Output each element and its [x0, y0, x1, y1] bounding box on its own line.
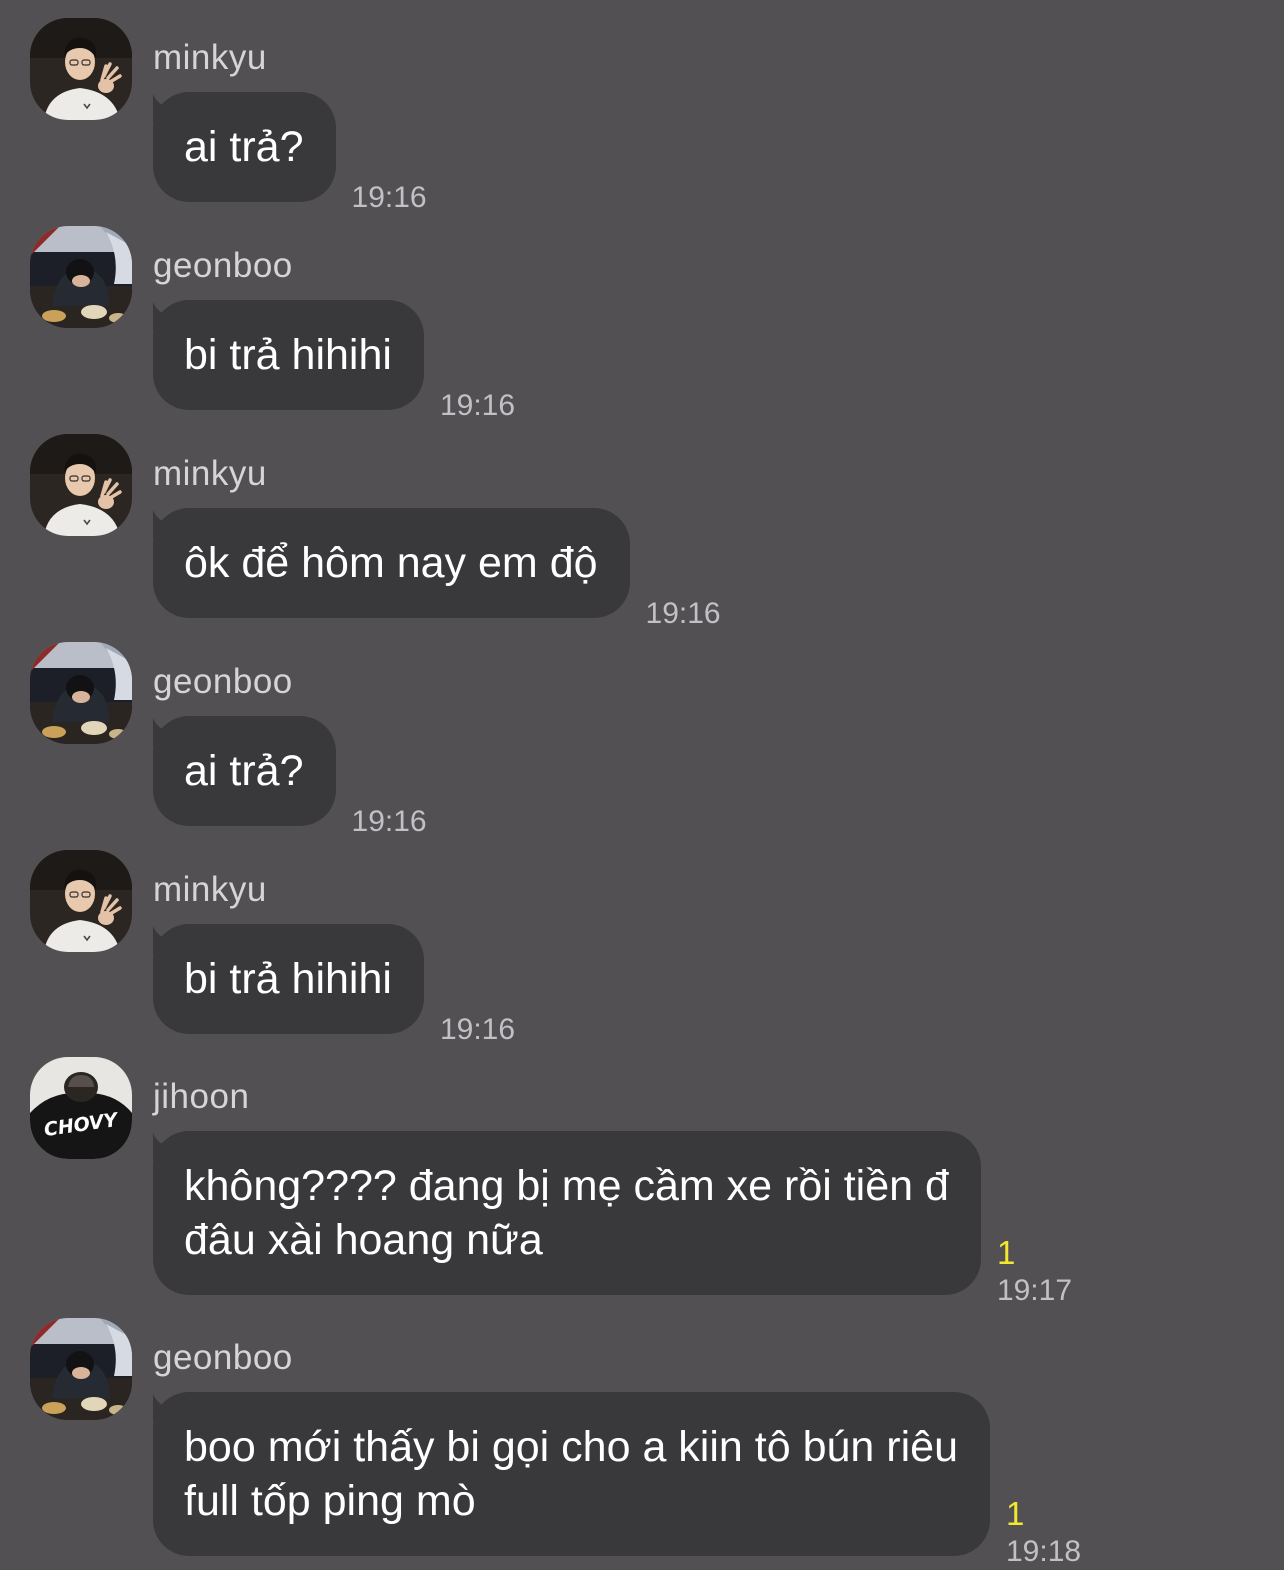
avatar-jihoon[interactable]: CHOVY — [30, 1057, 132, 1159]
chat-message-list[interactable]: minkyu ai trả? 19:16 geonboo bi trả hihihi 1… — [0, 0, 1284, 1570]
message-bubble[interactable]: không???? đang bị mẹ cầm xe rồi tiền đ đâ… — [153, 1131, 1072, 1307]
message-text: full tốp ping mò — [184, 1477, 476, 1525]
timestamp: 19:16 — [351, 805, 427, 838]
timestamp: 19:16 — [439, 1013, 516, 1046]
avatar-geonboo[interactable] — [30, 226, 132, 328]
message-bubble[interactable]: ai trả? 19:16 — [153, 92, 427, 214]
message-meta: 1 19:17 — [996, 1233, 1072, 1307]
message-text: ai trả? — [184, 123, 304, 171]
unread-count: 1 — [996, 1234, 1016, 1271]
message-bubble[interactable]: boo mới thấy bi gọi cho a kiin tô bún ri… — [153, 1392, 1081, 1568]
bubble-tail — [153, 1394, 171, 1422]
avatar-minkyu[interactable] — [30, 18, 132, 120]
bubble-tail — [153, 718, 171, 746]
message-meta: 1 19:18 — [1005, 1494, 1081, 1568]
unread-count: 1 — [1005, 1495, 1025, 1532]
sender-name[interactable]: geonboo — [153, 662, 293, 702]
bubble-tail — [153, 926, 171, 954]
message-meta: 19:16 — [352, 180, 427, 214]
sender-name[interactable]: geonboo — [153, 246, 293, 286]
timestamp: 19:16 — [439, 389, 516, 422]
message-text: ôk để hôm nay em độ — [184, 539, 598, 587]
avatar-minkyu[interactable] — [30, 850, 132, 952]
message-text: boo mới thấy bi gọi cho a kiin tô bún ri… — [184, 1423, 958, 1471]
timestamp: 19:17 — [996, 1274, 1073, 1307]
message-text: bi trả hihihi — [184, 331, 392, 379]
message-bubble[interactable]: bi trả hihihi 19:16 — [153, 924, 515, 1046]
timestamp: 19:16 — [645, 597, 721, 630]
message-text: đâu xài hoang nữa — [184, 1216, 543, 1264]
message-meta: 19:16 — [440, 388, 515, 422]
timestamp: 19:16 — [351, 181, 427, 214]
message-meta: 19:16 — [352, 804, 427, 838]
avatar-geonboo[interactable] — [30, 642, 132, 744]
bubble-tail — [153, 510, 171, 538]
bubble-tail — [153, 302, 171, 330]
avatar-geonboo[interactable] — [30, 1318, 132, 1420]
message-meta: 19:16 — [440, 1012, 515, 1046]
bubble-tail — [153, 1133, 171, 1161]
message-bubble[interactable]: ôk để hôm nay em độ 19:16 — [153, 508, 721, 630]
message-text: ai trả? — [184, 747, 304, 795]
timestamp: 19:18 — [1005, 1535, 1082, 1568]
message-text: không???? đang bị mẹ cầm xe rồi tiền đ — [184, 1162, 949, 1210]
message-meta: 19:16 — [646, 596, 721, 630]
bubble-tail — [153, 94, 171, 122]
sender-name[interactable]: minkyu — [153, 870, 267, 910]
sender-name[interactable]: minkyu — [153, 38, 267, 78]
sender-name[interactable]: minkyu — [153, 454, 267, 494]
message-bubble[interactable]: bi trả hihihi 19:16 — [153, 300, 515, 422]
sender-name[interactable]: jihoon — [153, 1077, 249, 1117]
message-text: bi trả hihihi — [184, 955, 392, 1003]
sender-name[interactable]: geonboo — [153, 1338, 293, 1378]
avatar-minkyu[interactable] — [30, 434, 132, 536]
message-bubble[interactable]: ai trả? 19:16 — [153, 716, 427, 838]
